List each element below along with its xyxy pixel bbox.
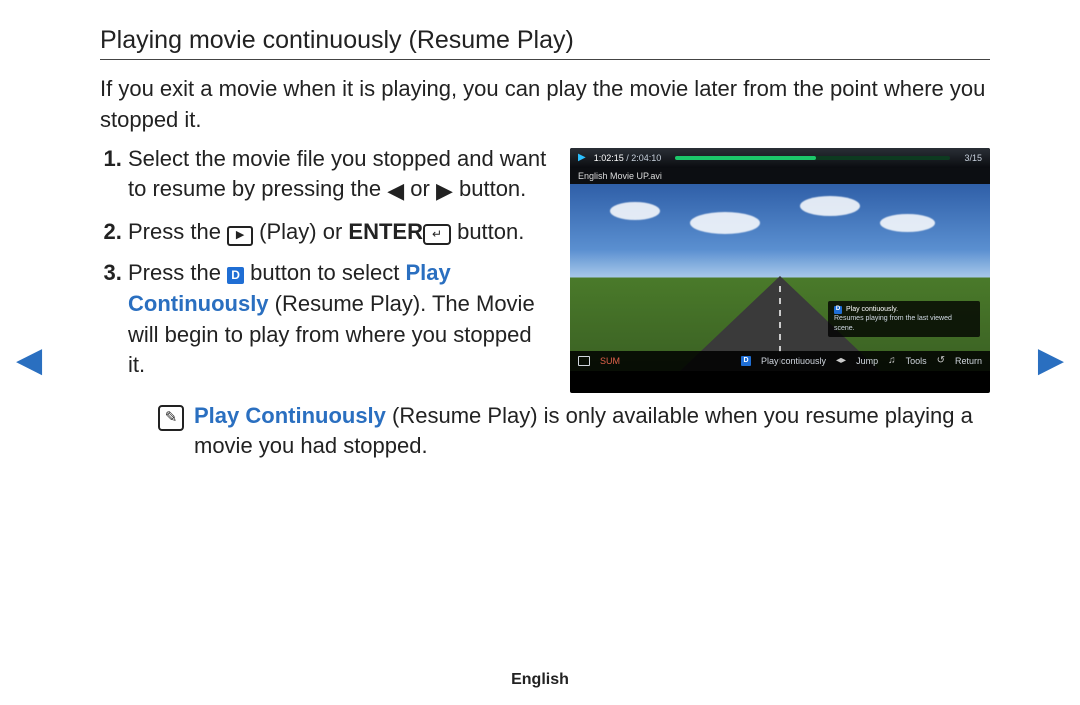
step-2-text-b: (Play) or [253, 219, 348, 244]
tools-icon: ♫ [888, 355, 896, 366]
note-highlight: Play Continuously [194, 403, 386, 428]
intro-text: If you exit a movie when it is playing, … [100, 74, 990, 136]
tv-screenshot: ▶ 1:02:15 / 2:04:10 3/15 English Movie U… [570, 148, 990, 393]
step-3-text-a: Press the [128, 260, 227, 285]
step-3-text-b: button to select [244, 260, 405, 285]
tv-time-total: 2:04:10 [631, 153, 661, 163]
bar-d-icon: D [741, 356, 751, 366]
tv-play-icon: ▶ [578, 152, 586, 163]
bar-tools: Tools [906, 356, 927, 366]
tv-time-elapsed: 1:02:15 [594, 153, 624, 163]
step-1-text-c: button. [453, 176, 526, 201]
step-1-text-b: or [404, 176, 436, 201]
note: ✎ Play Continuously (Resume Play) is onl… [158, 401, 990, 463]
return-icon: ↺ [937, 355, 945, 366]
enter-label: ENTER [348, 219, 423, 244]
step-3: Press the D button to select Play Contin… [128, 258, 552, 381]
sum-label: SUM [600, 356, 620, 366]
note-text: Play Continuously (Resume Play) is only … [194, 401, 990, 463]
tv-filename-bar: English Movie UP.avi [570, 168, 990, 184]
tv-popup: D Play contiuously. Resumes playing from… [828, 301, 980, 336]
tv-top-bar: ▶ 1:02:15 / 2:04:10 3/15 [570, 148, 990, 168]
steps-list: Select the movie file you stopped and wa… [128, 144, 552, 392]
d-key-icon: D [227, 267, 244, 284]
enter-button-icon: ↵ [423, 224, 451, 245]
jump-arrows-icon: ◂▸ [836, 355, 846, 366]
sum-icon [578, 356, 590, 366]
tv-progress-bar [675, 156, 950, 160]
step-2: Press the ▶ (Play) or ENTER↵ button. [128, 217, 552, 248]
footer-language: English [511, 671, 569, 689]
popup-title: Play contiuously. [846, 305, 898, 314]
bar-play-cont: Play contiuously [761, 356, 826, 366]
tv-bottom-bar: SUM D Play contiuously ◂▸ Jump ♫ Tools ↺… [570, 351, 990, 371]
tv-video-frame: D Play contiuously. Resumes playing from… [570, 184, 990, 371]
popup-body: Resumes playing from the last viewed sce… [834, 314, 974, 332]
popup-d-icon: D [834, 306, 842, 314]
next-page-arrow[interactable]: ▶ [1038, 340, 1064, 380]
tv-filename: English Movie UP.avi [578, 171, 662, 181]
bar-return: Return [955, 356, 982, 366]
tv-counter: 3/15 [964, 153, 982, 163]
left-arrow-icon: ◀ [387, 176, 404, 207]
step-1: Select the movie file you stopped and wa… [128, 144, 552, 208]
page-title: Playing movie continuously (Resume Play) [100, 26, 990, 60]
play-button-icon: ▶ [227, 226, 253, 246]
body-row: Select the movie file you stopped and wa… [100, 144, 990, 393]
note-icon: ✎ [158, 405, 184, 431]
bar-jump: Jump [856, 356, 878, 366]
step-2-text-a: Press the [128, 219, 227, 244]
step-2-text-c: button. [451, 219, 524, 244]
right-arrow-icon: ▶ [436, 176, 453, 207]
prev-page-arrow[interactable]: ◀ [16, 340, 42, 380]
manual-page: Playing movie continuously (Resume Play)… [0, 0, 1080, 705]
